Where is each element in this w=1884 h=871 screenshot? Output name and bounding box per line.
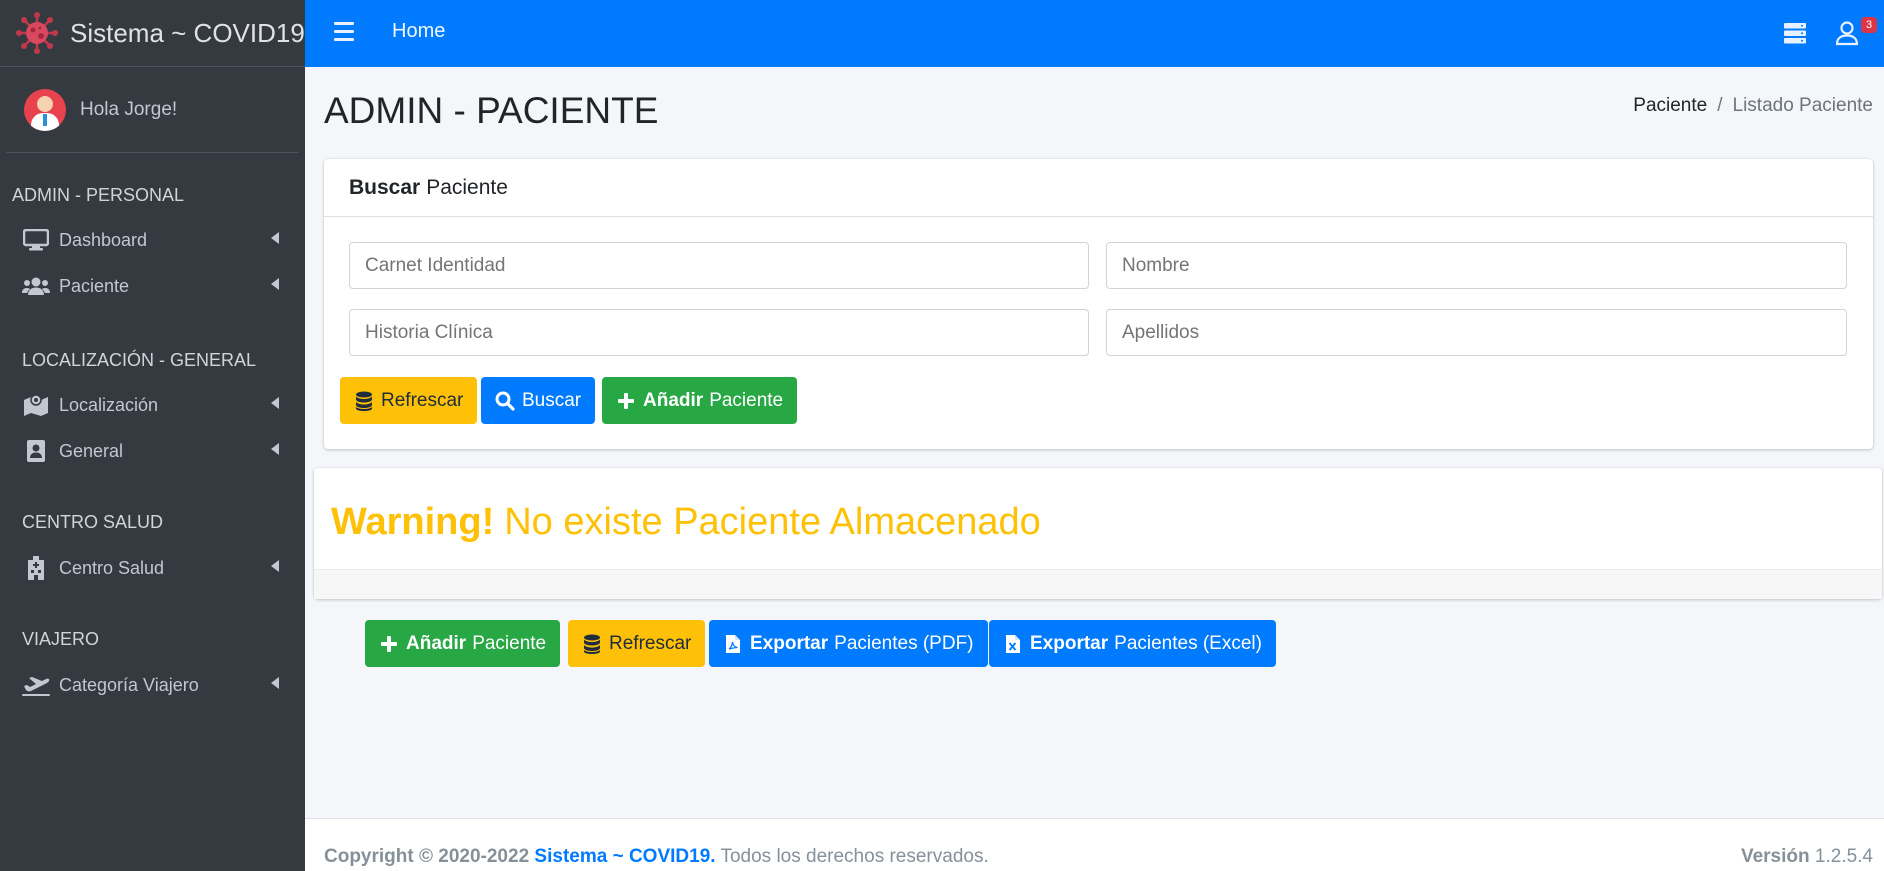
top-navbar: Home 3 (305, 0, 1884, 67)
chevron-left-icon (271, 560, 279, 572)
page-title: ADMIN - PACIENTE (324, 90, 659, 131)
add-label-bold: Añadir (406, 632, 467, 654)
export-pdf-rest: Pacientes (PDF) (834, 632, 974, 654)
warning-bold: Warning! (331, 501, 495, 543)
chevron-left-icon (271, 443, 279, 455)
version-number: 1.2.5.4 (1814, 846, 1873, 867)
export-pdf-button[interactable]: Exportar Pacientes (PDF) (709, 620, 988, 667)
footer: Copyright © 2020-2022 Sistema ~ COVID19.… (305, 818, 1884, 871)
export-excel-bold: Exportar (1030, 632, 1109, 654)
refresh-bottom-button[interactable]: Refrescar (568, 620, 706, 667)
breadcrumb-item-listado: Listado Paciente (1732, 95, 1874, 116)
nav-home-link[interactable]: Home (392, 20, 445, 43)
sidebar-item-label: Localización (59, 394, 159, 415)
user-panel[interactable]: Hola Jorge! (6, 67, 299, 153)
virus-logo-icon (16, 12, 58, 54)
server-icon[interactable] (1783, 21, 1807, 45)
brand-link[interactable]: Sistema ~ COVID19 (0, 0, 305, 67)
search-icon (495, 391, 515, 411)
chevron-left-icon (271, 232, 279, 244)
sidebar: Sistema ~ COVID19 Hola Jorge! ADMIN - PE… (0, 0, 305, 871)
nav-header-localizacion-general: LOCALIZACIÓN - GENERAL (22, 350, 257, 370)
add-label-rest: Paciente (709, 389, 784, 411)
warning-message: Warning! No existe Paciente Almacenado (331, 501, 1041, 544)
users-icon (22, 274, 50, 298)
sidebar-item-dashboard[interactable]: Dashboard (0, 220, 305, 260)
historia-clinica-input[interactable] (349, 309, 1089, 356)
add-paciente-bottom-button[interactable]: Añadir Paciente (365, 620, 561, 667)
sidebar-item-centro-salud[interactable]: Centro Salud (0, 548, 305, 588)
empty-warning-card: Warning! No existe Paciente Almacenado (314, 468, 1882, 599)
database-icon (354, 391, 374, 411)
add-paciente-button[interactable]: Añadir Paciente (602, 377, 798, 424)
sidebar-item-label: Dashboard (59, 229, 148, 250)
refresh-button[interactable]: Refrescar (340, 377, 478, 424)
add-label-rest: Paciente (472, 632, 547, 654)
sidebar-item-label: Paciente (59, 275, 130, 296)
nav-header-admin-personal: ADMIN - PERSONAL (12, 185, 185, 205)
search-title-rest: Paciente (426, 175, 508, 199)
warning-text: No existe Paciente Almacenado (504, 501, 1041, 543)
sidebar-item-label: Centro Salud (59, 557, 165, 578)
chevron-left-icon (271, 278, 279, 290)
search-card-header: Buscar Paciente (324, 159, 1873, 217)
copyright-prefix: Copyright © 2020-2022 (324, 846, 530, 867)
search-label: Buscar (522, 389, 582, 411)
sidebar-item-general[interactable]: General (0, 431, 305, 471)
refresh-label: Refrescar (609, 632, 692, 654)
footer-brand-link[interactable]: Sistema ~ COVID19. (534, 846, 715, 867)
apellidos-input[interactable] (1106, 309, 1847, 356)
plus-icon (379, 634, 399, 654)
refresh-label: Refrescar (381, 389, 464, 411)
plane-departure-icon (22, 673, 50, 697)
export-excel-rest: Pacientes (Excel) (1114, 632, 1262, 654)
add-label-bold: Añadir (643, 389, 704, 411)
file-pdf-icon (723, 634, 743, 654)
nav-header-viajero: VIAJERO (22, 629, 100, 649)
version-info: Versión 1.2.5.4 (1741, 846, 1873, 868)
hospital-icon (22, 556, 50, 580)
sidebar-item-localizacion[interactable]: Localización (0, 385, 305, 425)
search-button[interactable]: Buscar (481, 377, 596, 424)
file-excel-icon (1003, 634, 1023, 654)
copyright: Copyright © 2020-2022 Sistema ~ COVID19.… (324, 846, 989, 868)
user-greeting[interactable]: Hola Jorge! (80, 99, 177, 121)
database-icon (582, 634, 602, 654)
search-title-bold: Buscar (349, 175, 421, 199)
carnet-identidad-input[interactable] (349, 242, 1089, 289)
menu-toggle-icon[interactable] (334, 22, 354, 42)
plus-icon (616, 391, 636, 411)
warning-card-footer (314, 569, 1882, 599)
version-label: Versión (1740, 846, 1810, 867)
notification-badge: 3 (1861, 17, 1877, 33)
map-icon (22, 393, 50, 417)
sidebar-item-categoria-viajero[interactable]: Categoría Viajero (0, 665, 305, 705)
nombre-input[interactable] (1106, 242, 1847, 289)
search-card: Buscar Paciente Refrescar Buscar Añadir … (324, 159, 1873, 449)
user-icon[interactable] (1835, 20, 1861, 46)
breadcrumb-separator: / (1717, 95, 1723, 116)
export-pdf-bold: Exportar (750, 632, 829, 654)
sidebar-item-label: Categoría Viajero (59, 674, 199, 695)
breadcrumb-item-paciente[interactable]: Paciente (1633, 95, 1707, 117)
sidebar-item-paciente[interactable]: Paciente (0, 266, 305, 306)
chevron-left-icon (271, 677, 279, 689)
nav-header-centro-salud: CENTRO SALUD (22, 512, 164, 532)
sidebar-item-label: General (59, 440, 124, 461)
breadcrumb: Paciente / Listado Paciente (1633, 95, 1873, 117)
avatar (24, 88, 66, 131)
export-excel-button[interactable]: Exportar Pacientes (Excel) (989, 620, 1276, 667)
brand-title: Sistema ~ COVID19 (70, 17, 305, 48)
footer-rights: Todos los derechos reservados. (720, 846, 989, 867)
desktop-icon (22, 228, 50, 252)
chevron-left-icon (271, 397, 279, 409)
contact-card-icon (22, 439, 50, 463)
